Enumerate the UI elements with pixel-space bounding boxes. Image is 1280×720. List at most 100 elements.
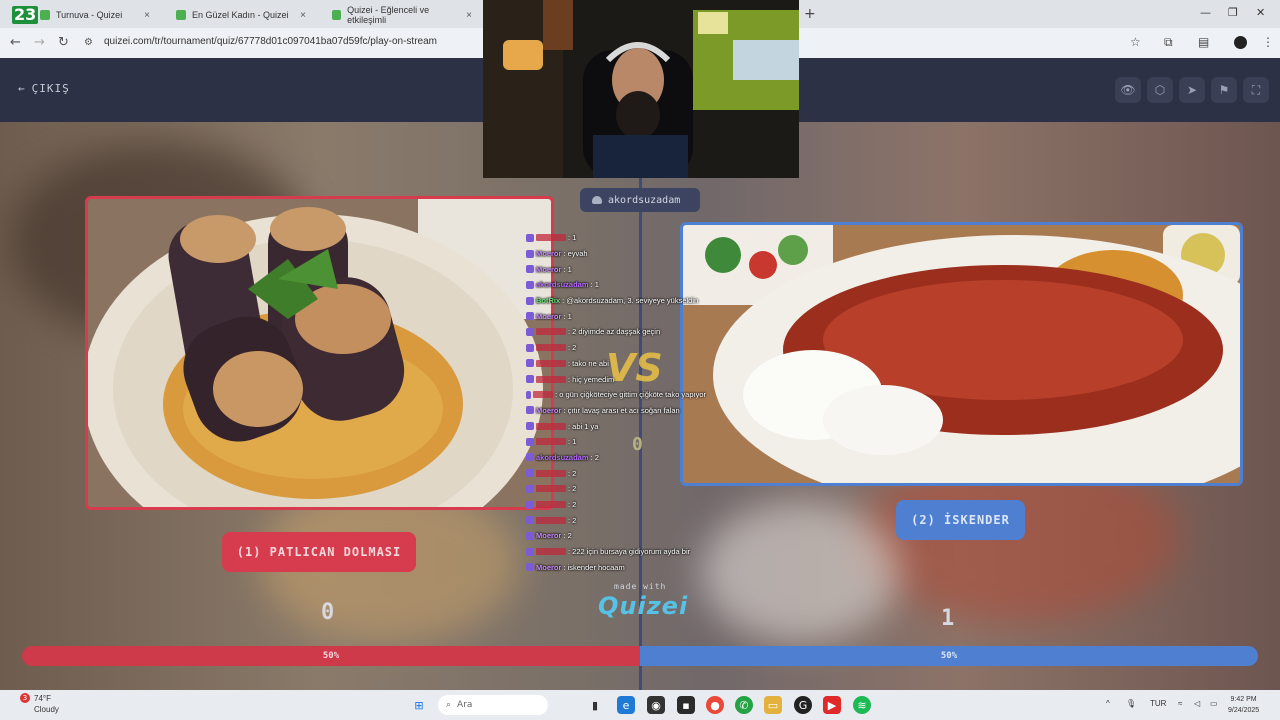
taskbar-clock[interactable]: 9:42 PM 9/24/2025 bbox=[1228, 694, 1259, 716]
chat-username: Moeror bbox=[536, 249, 562, 259]
chat-message: : hiç yemedim bbox=[526, 371, 706, 387]
chat-text: : 222 için bursaya gidiyorum ayda bir bbox=[568, 547, 691, 557]
quizei-favicon-icon bbox=[40, 10, 50, 20]
chat-text: : 2 diyimde az daşşak geçin bbox=[568, 327, 661, 337]
tab-en-guzel-kadin[interactable]: En Güzel Kadın - Quizei × bbox=[166, 4, 316, 26]
chat-badge-icon bbox=[526, 312, 534, 321]
chat-message: : 2 bbox=[526, 465, 706, 481]
chat-username bbox=[536, 328, 566, 336]
url-field[interactable]: quizei.com/tr/tournament/quiz/67778d01c0… bbox=[104, 36, 437, 47]
tab-quizei-home[interactable]: Quizei - Eğlenceli ve etkileşimli × bbox=[322, 4, 482, 26]
eggplant-dolma-image bbox=[88, 199, 551, 507]
webcam-feed-image bbox=[483, 0, 799, 178]
battery-icon[interactable]: ▭ bbox=[1210, 699, 1218, 708]
search-placeholder: Ara bbox=[457, 700, 473, 710]
chat-username: Moeror bbox=[536, 264, 562, 274]
chat-username: Moeror bbox=[536, 562, 562, 572]
user-avatar-icon bbox=[592, 196, 602, 204]
tray-chevron-icon[interactable]: ^ bbox=[1106, 699, 1110, 708]
chat-message: akordsuzadam: 1 bbox=[526, 277, 706, 293]
maximize-icon[interactable]: ❐ bbox=[1228, 6, 1238, 19]
chat-username: akordsuzadam bbox=[536, 452, 589, 462]
chat-message: : 2 bbox=[526, 340, 706, 356]
chat-badge-icon bbox=[526, 233, 534, 242]
extensions-icon[interactable]: ⧉ bbox=[1164, 35, 1173, 50]
folder-icon[interactable]: ▭ bbox=[764, 696, 782, 714]
option-right-image[interactable] bbox=[680, 222, 1243, 486]
chat-text: : iskender hocaam bbox=[563, 562, 625, 572]
clock-date: 9/24/2025 bbox=[1228, 707, 1260, 714]
flag-icon[interactable]: ⚑ bbox=[1211, 77, 1237, 103]
youtube-icon[interactable]: ▶ bbox=[823, 696, 841, 714]
back-icon[interactable]: ← bbox=[10, 35, 21, 50]
option-left-image[interactable] bbox=[85, 196, 554, 510]
site-info-icon[interactable]: ⚙ bbox=[84, 37, 93, 48]
bookmark-star-icon[interactable]: ☆ bbox=[1130, 35, 1141, 49]
reload-icon[interactable]: ↻ bbox=[58, 35, 69, 50]
app-icon[interactable]: ◉ bbox=[647, 696, 665, 714]
tab-turnuva[interactable]: Turnuva - Quizei × bbox=[30, 4, 160, 26]
chat-message: : 2 diyimde az daşşak geçin bbox=[526, 324, 706, 340]
file-icon[interactable]: ▮ bbox=[586, 696, 604, 714]
weather-widget[interactable]: 74°F Cloudy bbox=[34, 693, 59, 715]
chat-message: : tako ne abi bbox=[526, 356, 706, 372]
chat-text: : tako ne abi bbox=[568, 358, 609, 368]
fullscreen-icon[interactable]: ⛶ bbox=[1243, 77, 1269, 103]
chat-username: Moeror bbox=[536, 405, 562, 415]
exit-button[interactable]: ← ÇIKIŞ bbox=[18, 82, 70, 95]
chat-username bbox=[536, 516, 566, 524]
menu-dots-icon[interactable]: ⋮ bbox=[1262, 35, 1274, 49]
whatsapp-icon[interactable]: ✆ bbox=[735, 696, 753, 714]
chat-username: Moeror bbox=[536, 531, 562, 541]
eye-icon[interactable]: 👁 bbox=[1115, 77, 1141, 103]
close-icon[interactable]: × bbox=[466, 10, 472, 21]
chat-text: : 1 bbox=[568, 233, 577, 243]
chat-username bbox=[536, 469, 566, 477]
app-g-icon[interactable]: G bbox=[794, 696, 812, 714]
share-icon[interactable]: ⬡ bbox=[1147, 77, 1173, 103]
weather-status: Cloudy bbox=[34, 705, 59, 714]
chat-text: : 2 bbox=[568, 468, 577, 478]
chat-message: : 2 bbox=[526, 512, 706, 528]
wifi-icon[interactable]: ≈ bbox=[1178, 699, 1182, 708]
notification-badge[interactable]: 3 bbox=[20, 693, 30, 703]
quizei-logo: Quizei bbox=[598, 592, 689, 620]
chat-username bbox=[536, 548, 566, 556]
chat-message: : abi 1 ya bbox=[526, 418, 706, 434]
chat-username bbox=[536, 501, 566, 509]
taskbar-search[interactable]: ⌕ Ara bbox=[438, 695, 548, 715]
background-blur bbox=[700, 502, 900, 642]
spotify-icon[interactable]: ≋ bbox=[853, 696, 871, 714]
volume-icon[interactable]: ◁ bbox=[1194, 699, 1200, 708]
windows-start-icon[interactable]: ⊞ bbox=[410, 696, 428, 714]
vote-right-button[interactable]: (2) İSKENDER bbox=[896, 500, 1025, 540]
media-icon[interactable]: ▪ bbox=[677, 696, 695, 714]
vote-left-button[interactable]: (1) PATLICAN DOLMASI bbox=[222, 532, 416, 572]
close-icon[interactable]: × bbox=[300, 10, 306, 21]
chat-badge-icon bbox=[526, 437, 534, 446]
window-close-icon[interactable]: ✕ bbox=[1256, 6, 1265, 19]
chat-text: : abi 1 ya bbox=[568, 421, 599, 431]
forward-icon[interactable]: → bbox=[34, 35, 45, 50]
chat-badge-icon bbox=[526, 375, 534, 384]
close-icon[interactable]: × bbox=[144, 10, 150, 21]
chat-text: : 1 bbox=[568, 437, 577, 447]
chat-badge-icon bbox=[526, 406, 534, 415]
tab-label: En Güzel Kadın - Quizei bbox=[192, 10, 289, 20]
reading-list-icon[interactable]: ▤ bbox=[1198, 35, 1209, 49]
chat-text: : o gün çiğköteciye gittim çiğköte tako … bbox=[555, 390, 706, 400]
iskender-image bbox=[683, 225, 1240, 483]
minimize-icon[interactable]: — bbox=[1200, 6, 1211, 19]
chat-username bbox=[536, 234, 566, 242]
chrome-icon[interactable]: ● bbox=[706, 696, 724, 714]
new-tab-icon[interactable]: + bbox=[804, 6, 816, 22]
edge-icon[interactable]: e bbox=[617, 696, 635, 714]
chat-text: : çıtır lavaş arası et acı soğan falan bbox=[563, 405, 680, 415]
send-icon[interactable]: ➤ bbox=[1179, 77, 1205, 103]
chat-username: BotRix bbox=[536, 296, 561, 306]
chat-badge-icon bbox=[526, 547, 534, 556]
tab-label: Turnuva - Quizei bbox=[56, 10, 123, 20]
language-indicator[interactable]: TUR bbox=[1150, 699, 1166, 708]
microphone-icon[interactable]: 🎙 bbox=[1126, 699, 1136, 708]
profile-avatar-icon[interactable] bbox=[1234, 36, 1247, 49]
